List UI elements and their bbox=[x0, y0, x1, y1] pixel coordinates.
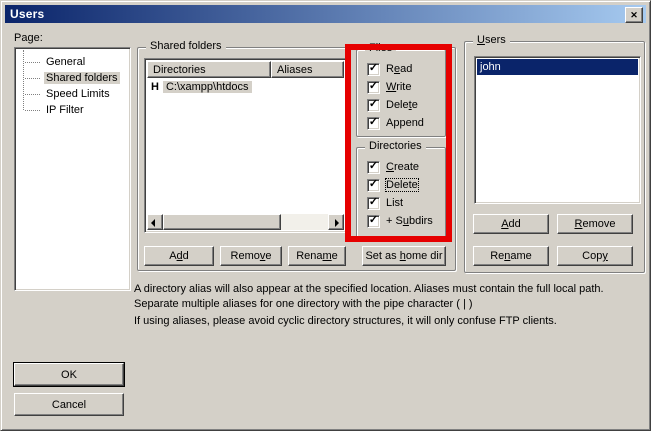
listview-header: Directories Aliases bbox=[147, 61, 344, 78]
sidebar-item-speed-limits[interactable]: Speed Limits bbox=[17, 86, 128, 102]
checkbox-write[interactable]: ✓ Write bbox=[367, 80, 411, 94]
ok-button[interactable]: OK bbox=[14, 363, 124, 386]
horizontal-scrollbar[interactable] bbox=[147, 214, 344, 230]
title-bar[interactable]: Users ✕ bbox=[5, 5, 646, 23]
checkbox-create[interactable]: ✓ Create bbox=[367, 160, 419, 174]
checkmark-icon: ✓ bbox=[369, 99, 378, 110]
checkbox-box: ✓ bbox=[367, 197, 380, 210]
files-group: Files ✓ Read ✓ Write ✓ Delete ✓ Append bbox=[356, 49, 446, 137]
checkmark-icon: ✓ bbox=[369, 161, 378, 172]
window-title: Users bbox=[10, 7, 44, 21]
checkmark-icon: ✓ bbox=[369, 215, 378, 226]
right-arrow-icon bbox=[335, 219, 339, 227]
column-header-directories[interactable]: Directories bbox=[147, 61, 271, 78]
user-list-item[interactable]: john bbox=[477, 59, 638, 75]
checkbox-box: ✓ bbox=[367, 179, 380, 192]
checkbox-box: ✓ bbox=[367, 81, 380, 94]
page-tree: General Shared folders Speed Limits IP F… bbox=[14, 47, 131, 291]
checkbox-read[interactable]: ✓ Read bbox=[367, 62, 412, 76]
directories-group: Directories ✓ Create ✓ Delete ✓ List ✓ +… bbox=[356, 147, 446, 239]
files-group-label: Files bbox=[365, 42, 396, 55]
tree-item-label: IP Filter bbox=[44, 104, 86, 116]
user-rename-button[interactable]: Rename bbox=[473, 246, 549, 266]
directories-listview: Directories Aliases H C:\xampp\htdocs bbox=[144, 58, 347, 233]
checkbox-delete-files[interactable]: ✓ Delete bbox=[367, 98, 418, 112]
sidebar-item-shared-folders[interactable]: Shared folders bbox=[17, 70, 128, 86]
users-group-label: Users bbox=[473, 34, 510, 47]
column-header-aliases[interactable]: Aliases bbox=[271, 61, 344, 78]
sidebar-item-general[interactable]: General bbox=[17, 54, 128, 70]
directory-path: C:\xampp\htdocs bbox=[163, 81, 252, 93]
checkbox-list[interactable]: ✓ List bbox=[367, 196, 403, 210]
users-dialog: Users ✕ Page: General Shared folders Spe… bbox=[0, 0, 651, 431]
user-add-button[interactable]: Add bbox=[473, 214, 549, 234]
scroll-left-button[interactable] bbox=[147, 214, 163, 230]
scroll-right-button[interactable] bbox=[328, 214, 344, 230]
checkmark-icon: ✓ bbox=[369, 63, 378, 74]
checkbox-box: ✓ bbox=[367, 99, 380, 112]
folder-rename-button[interactable]: Rename bbox=[288, 246, 346, 266]
checkmark-icon: ✓ bbox=[369, 81, 378, 92]
close-button[interactable]: ✕ bbox=[625, 7, 643, 23]
sidebar-item-ip-filter[interactable]: IP Filter bbox=[17, 102, 128, 118]
checkbox-box: ✓ bbox=[367, 63, 380, 76]
checkbox-box: ✓ bbox=[367, 215, 380, 228]
cancel-button[interactable]: Cancel bbox=[14, 393, 124, 416]
cyclic-note: If using aliases, please avoid cyclic di… bbox=[134, 314, 642, 329]
checkmark-icon: ✓ bbox=[369, 179, 378, 190]
tree-item-label: Shared folders bbox=[44, 72, 120, 84]
set-as-home-dir-button[interactable]: Set as home dir bbox=[362, 246, 446, 266]
shared-folders-group-label: Shared folders bbox=[146, 40, 226, 53]
users-list: john bbox=[474, 56, 641, 204]
home-flag: H bbox=[148, 81, 159, 93]
checkmark-icon: ✓ bbox=[369, 117, 378, 128]
checkbox-append[interactable]: ✓ Append bbox=[367, 116, 424, 130]
checkbox-subdirs[interactable]: ✓ + Subdirs bbox=[367, 214, 433, 228]
checkbox-delete-dirs[interactable]: ✓ Delete bbox=[367, 178, 418, 192]
directories-group-label: Directories bbox=[365, 140, 426, 153]
checkmark-icon: ✓ bbox=[369, 197, 378, 208]
checkbox-box: ✓ bbox=[367, 161, 380, 174]
tree-item-label: Speed Limits bbox=[44, 88, 112, 100]
checkbox-box: ✓ bbox=[367, 117, 380, 130]
scrollbar-thumb[interactable] bbox=[163, 214, 281, 230]
page-label: Page: bbox=[14, 32, 43, 44]
alias-note: A directory alias will also appear at th… bbox=[134, 282, 642, 312]
close-icon: ✕ bbox=[630, 11, 638, 20]
tree-item-label: General bbox=[44, 56, 87, 68]
left-arrow-icon bbox=[151, 219, 155, 227]
folder-remove-button[interactable]: Remove bbox=[220, 246, 282, 266]
folder-add-button[interactable]: Add bbox=[144, 246, 214, 266]
user-remove-button[interactable]: Remove bbox=[557, 214, 633, 234]
user-copy-button[interactable]: Copy bbox=[557, 246, 633, 266]
directory-row[interactable]: H C:\xampp\htdocs bbox=[148, 80, 343, 95]
